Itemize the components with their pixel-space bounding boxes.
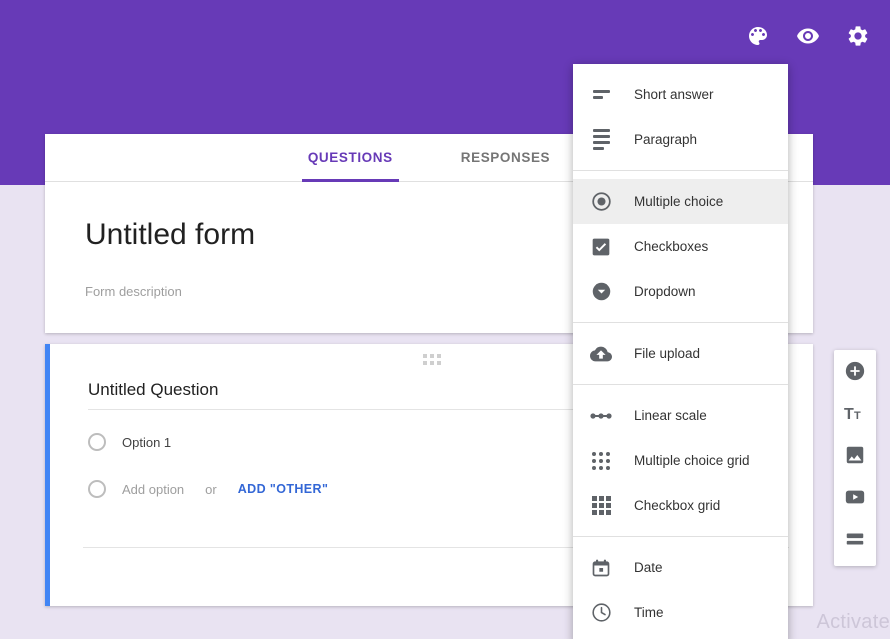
clock-icon — [589, 601, 613, 625]
menu-item-multiple-choice-grid[interactable]: Multiple choice grid — [573, 438, 788, 483]
add-other-button[interactable]: ADD "OTHER" — [238, 482, 329, 496]
radio-button-icon — [88, 480, 106, 498]
add-section-button[interactable] — [842, 528, 868, 554]
menu-divider — [573, 170, 788, 171]
palette-icon — [746, 24, 770, 48]
menu-item-label: Time — [634, 605, 664, 620]
radio-button-icon — [589, 190, 613, 214]
menu-item-label: Linear scale — [634, 408, 707, 423]
or-label: or — [205, 481, 217, 497]
menu-item-label: Multiple choice grid — [634, 453, 750, 468]
checkbox-icon — [589, 235, 613, 259]
menu-item-linear-scale[interactable]: Linear scale — [573, 393, 788, 438]
menu-item-label: Dropdown — [634, 284, 696, 299]
menu-item-paragraph[interactable]: Paragraph — [573, 117, 788, 162]
add-option-input[interactable]: Add option — [122, 482, 184, 497]
short-answer-icon — [589, 83, 613, 107]
google-forms-editor: QUESTIONS RESPONSES Untitled form Form d… — [0, 0, 890, 639]
checkbox-grid-icon — [589, 494, 613, 518]
cloud-upload-icon — [589, 342, 613, 366]
section-icon — [844, 528, 866, 555]
menu-item-label: Paragraph — [634, 132, 698, 147]
menu-item-label: Multiple choice — [634, 194, 724, 209]
title-text-icon: T T — [843, 401, 867, 430]
menu-item-label: Checkbox grid — [634, 498, 721, 513]
image-icon — [844, 444, 866, 471]
add-title-button[interactable]: T T — [842, 402, 868, 428]
menu-item-time[interactable]: Time — [573, 590, 788, 635]
menu-item-short-answer[interactable]: Short answer — [573, 72, 788, 117]
tab-responses-label: RESPONSES — [460, 150, 551, 165]
add-question-button[interactable] — [842, 360, 868, 386]
eye-icon — [796, 24, 820, 48]
dropdown-icon — [589, 280, 613, 304]
menu-item-label: Date — [634, 560, 663, 575]
gear-icon — [846, 24, 870, 48]
menu-item-file-upload[interactable]: File upload — [573, 331, 788, 376]
add-video-button[interactable] — [842, 486, 868, 512]
radio-grid-icon — [589, 449, 613, 473]
palette-icon-button[interactable] — [740, 18, 776, 54]
tab-questions[interactable]: QUESTIONS — [301, 134, 399, 182]
svg-text:T: T — [854, 410, 861, 422]
menu-item-label: Short answer — [634, 87, 714, 102]
menu-divider — [573, 384, 788, 385]
svg-text:T: T — [844, 406, 854, 423]
radio-button-icon — [88, 433, 106, 451]
add-image-button[interactable] — [842, 444, 868, 470]
paragraph-icon — [589, 128, 613, 152]
menu-divider — [573, 322, 788, 323]
tab-questions-label: QUESTIONS — [307, 150, 393, 165]
menu-item-checkboxes[interactable]: Checkboxes — [573, 224, 788, 269]
add-item-toolbar: T T — [834, 350, 876, 566]
settings-icon-button[interactable] — [840, 18, 876, 54]
video-icon — [844, 486, 866, 513]
add-question-icon — [844, 360, 866, 387]
drag-handle-icon[interactable] — [422, 354, 441, 365]
activation-watermark: Activate — [816, 611, 890, 633]
linear-scale-icon — [589, 404, 613, 428]
question-type-menu: Short answer Paragraph Multiple choice C… — [573, 64, 788, 639]
menu-item-dropdown[interactable]: Dropdown — [573, 269, 788, 314]
menu-item-checkbox-grid[interactable]: Checkbox grid — [573, 483, 788, 528]
menu-item-label: Checkboxes — [634, 239, 709, 254]
tab-responses[interactable]: RESPONSES — [455, 134, 556, 182]
menu-item-multiple-choice[interactable]: Multiple choice — [573, 179, 788, 224]
header-actions — [740, 18, 876, 54]
calendar-icon — [589, 556, 613, 580]
menu-divider — [573, 536, 788, 537]
menu-item-label: File upload — [634, 346, 701, 361]
option-label[interactable]: Option 1 — [122, 435, 171, 450]
menu-item-date[interactable]: Date — [573, 545, 788, 590]
preview-icon-button[interactable] — [790, 18, 826, 54]
